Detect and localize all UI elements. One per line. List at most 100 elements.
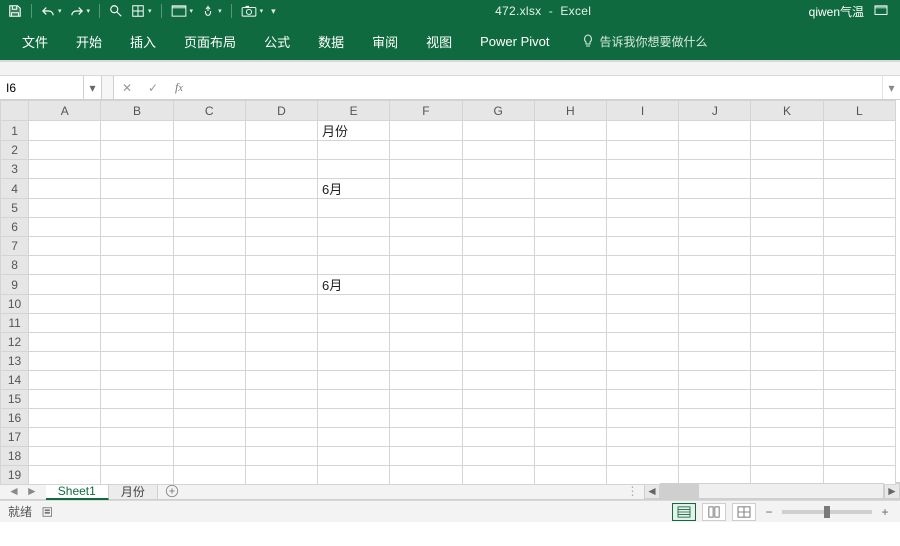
macro-record-icon[interactable] bbox=[42, 506, 56, 518]
cell-K17[interactable] bbox=[751, 428, 823, 447]
tab-formulas[interactable]: 公式 bbox=[250, 26, 304, 57]
tab-file[interactable]: 文件 bbox=[8, 26, 62, 57]
row-header-19[interactable]: 19 bbox=[1, 466, 29, 485]
cell-E16[interactable] bbox=[318, 409, 390, 428]
cell-L8[interactable] bbox=[823, 256, 895, 275]
cell-I4[interactable] bbox=[606, 179, 678, 199]
col-header-B[interactable]: B bbox=[101, 101, 173, 121]
cell-J2[interactable] bbox=[679, 141, 751, 160]
undo-icon[interactable]: ▾ bbox=[39, 5, 64, 17]
cell-B8[interactable] bbox=[101, 256, 173, 275]
cell-C6[interactable] bbox=[173, 218, 245, 237]
cell-C8[interactable] bbox=[173, 256, 245, 275]
cell-J10[interactable] bbox=[679, 295, 751, 314]
cell-H16[interactable] bbox=[534, 409, 606, 428]
cell-A7[interactable] bbox=[29, 237, 101, 256]
cell-H14[interactable] bbox=[534, 371, 606, 390]
cell-K18[interactable] bbox=[751, 447, 823, 466]
cell-J14[interactable] bbox=[679, 371, 751, 390]
cell-H13[interactable] bbox=[534, 352, 606, 371]
cell-D13[interactable] bbox=[245, 352, 317, 371]
cell-F10[interactable] bbox=[390, 295, 462, 314]
cell-K8[interactable] bbox=[751, 256, 823, 275]
cell-K10[interactable] bbox=[751, 295, 823, 314]
cell-C2[interactable] bbox=[173, 141, 245, 160]
cell-F7[interactable] bbox=[390, 237, 462, 256]
cell-F13[interactable] bbox=[390, 352, 462, 371]
cell-E12[interactable] bbox=[318, 333, 390, 352]
cell-F6[interactable] bbox=[390, 218, 462, 237]
ribbon-display-options-icon[interactable] bbox=[874, 5, 888, 17]
cell-F14[interactable] bbox=[390, 371, 462, 390]
cell-L19[interactable] bbox=[823, 466, 895, 485]
cell-J15[interactable] bbox=[679, 390, 751, 409]
formula-bar-expand-icon[interactable]: ▾ bbox=[882, 76, 900, 99]
cell-L10[interactable] bbox=[823, 295, 895, 314]
cell-H6[interactable] bbox=[534, 218, 606, 237]
cell-E19[interactable] bbox=[318, 466, 390, 485]
cell-D12[interactable] bbox=[245, 333, 317, 352]
cell-B1[interactable] bbox=[101, 121, 173, 141]
cell-F18[interactable] bbox=[390, 447, 462, 466]
cell-J18[interactable] bbox=[679, 447, 751, 466]
cell-I13[interactable] bbox=[606, 352, 678, 371]
cell-D15[interactable] bbox=[245, 390, 317, 409]
tell-me[interactable]: 告诉我你想要做什么 bbox=[564, 33, 708, 50]
cell-G8[interactable] bbox=[462, 256, 534, 275]
camera-icon[interactable]: ▾ bbox=[239, 5, 266, 17]
cell-K4[interactable] bbox=[751, 179, 823, 199]
cell-C1[interactable] bbox=[173, 121, 245, 141]
cell-B14[interactable] bbox=[101, 371, 173, 390]
col-header-H[interactable]: H bbox=[534, 101, 606, 121]
cell-D7[interactable] bbox=[245, 237, 317, 256]
cell-L7[interactable] bbox=[823, 237, 895, 256]
cell-L15[interactable] bbox=[823, 390, 895, 409]
cell-J16[interactable] bbox=[679, 409, 751, 428]
cell-K3[interactable] bbox=[751, 160, 823, 179]
qat-customize-icon[interactable]: ▾ bbox=[269, 6, 278, 17]
cell-E14[interactable] bbox=[318, 371, 390, 390]
col-header-C[interactable]: C bbox=[173, 101, 245, 121]
cell-H9[interactable] bbox=[534, 275, 606, 295]
cell-G18[interactable] bbox=[462, 447, 534, 466]
cell-J8[interactable] bbox=[679, 256, 751, 275]
sheet-tab-month[interactable]: 月份 bbox=[109, 483, 158, 499]
redo-icon[interactable]: ▾ bbox=[68, 5, 93, 17]
cell-G10[interactable] bbox=[462, 295, 534, 314]
cell-F4[interactable] bbox=[390, 179, 462, 199]
cell-C5[interactable] bbox=[173, 199, 245, 218]
tab-view[interactable]: 视图 bbox=[412, 26, 466, 57]
hscroll-right-icon[interactable]: ► bbox=[884, 483, 900, 499]
cell-K19[interactable] bbox=[751, 466, 823, 485]
cell-G11[interactable] bbox=[462, 314, 534, 333]
row-header-14[interactable]: 14 bbox=[1, 371, 29, 390]
hscroll-thumb[interactable] bbox=[661, 484, 699, 498]
tab-power-pivot[interactable]: Power Pivot bbox=[466, 28, 563, 55]
cell-H12[interactable] bbox=[534, 333, 606, 352]
cell-E3[interactable] bbox=[318, 160, 390, 179]
cell-G19[interactable] bbox=[462, 466, 534, 485]
cell-A3[interactable] bbox=[29, 160, 101, 179]
cell-H7[interactable] bbox=[534, 237, 606, 256]
cell-L6[interactable] bbox=[823, 218, 895, 237]
row-header-16[interactable]: 16 bbox=[1, 409, 29, 428]
row-header-1[interactable]: 1 bbox=[1, 121, 29, 141]
cell-C18[interactable] bbox=[173, 447, 245, 466]
cell-E5[interactable] bbox=[318, 199, 390, 218]
cell-I14[interactable] bbox=[606, 371, 678, 390]
hscroll-track[interactable] bbox=[660, 483, 884, 499]
zoom-out-button[interactable]: − bbox=[762, 505, 776, 519]
cell-I19[interactable] bbox=[606, 466, 678, 485]
cell-B3[interactable] bbox=[101, 160, 173, 179]
tab-review[interactable]: 审阅 bbox=[358, 26, 412, 57]
save-icon[interactable] bbox=[6, 4, 24, 18]
cell-J13[interactable] bbox=[679, 352, 751, 371]
cell-A10[interactable] bbox=[29, 295, 101, 314]
row-header-3[interactable]: 3 bbox=[1, 160, 29, 179]
cell-A9[interactable] bbox=[29, 275, 101, 295]
cell-E4[interactable]: 6月 bbox=[318, 179, 390, 199]
col-header-G[interactable]: G bbox=[462, 101, 534, 121]
cell-D5[interactable] bbox=[245, 199, 317, 218]
zoom-thumb[interactable] bbox=[824, 506, 830, 518]
cell-D14[interactable] bbox=[245, 371, 317, 390]
